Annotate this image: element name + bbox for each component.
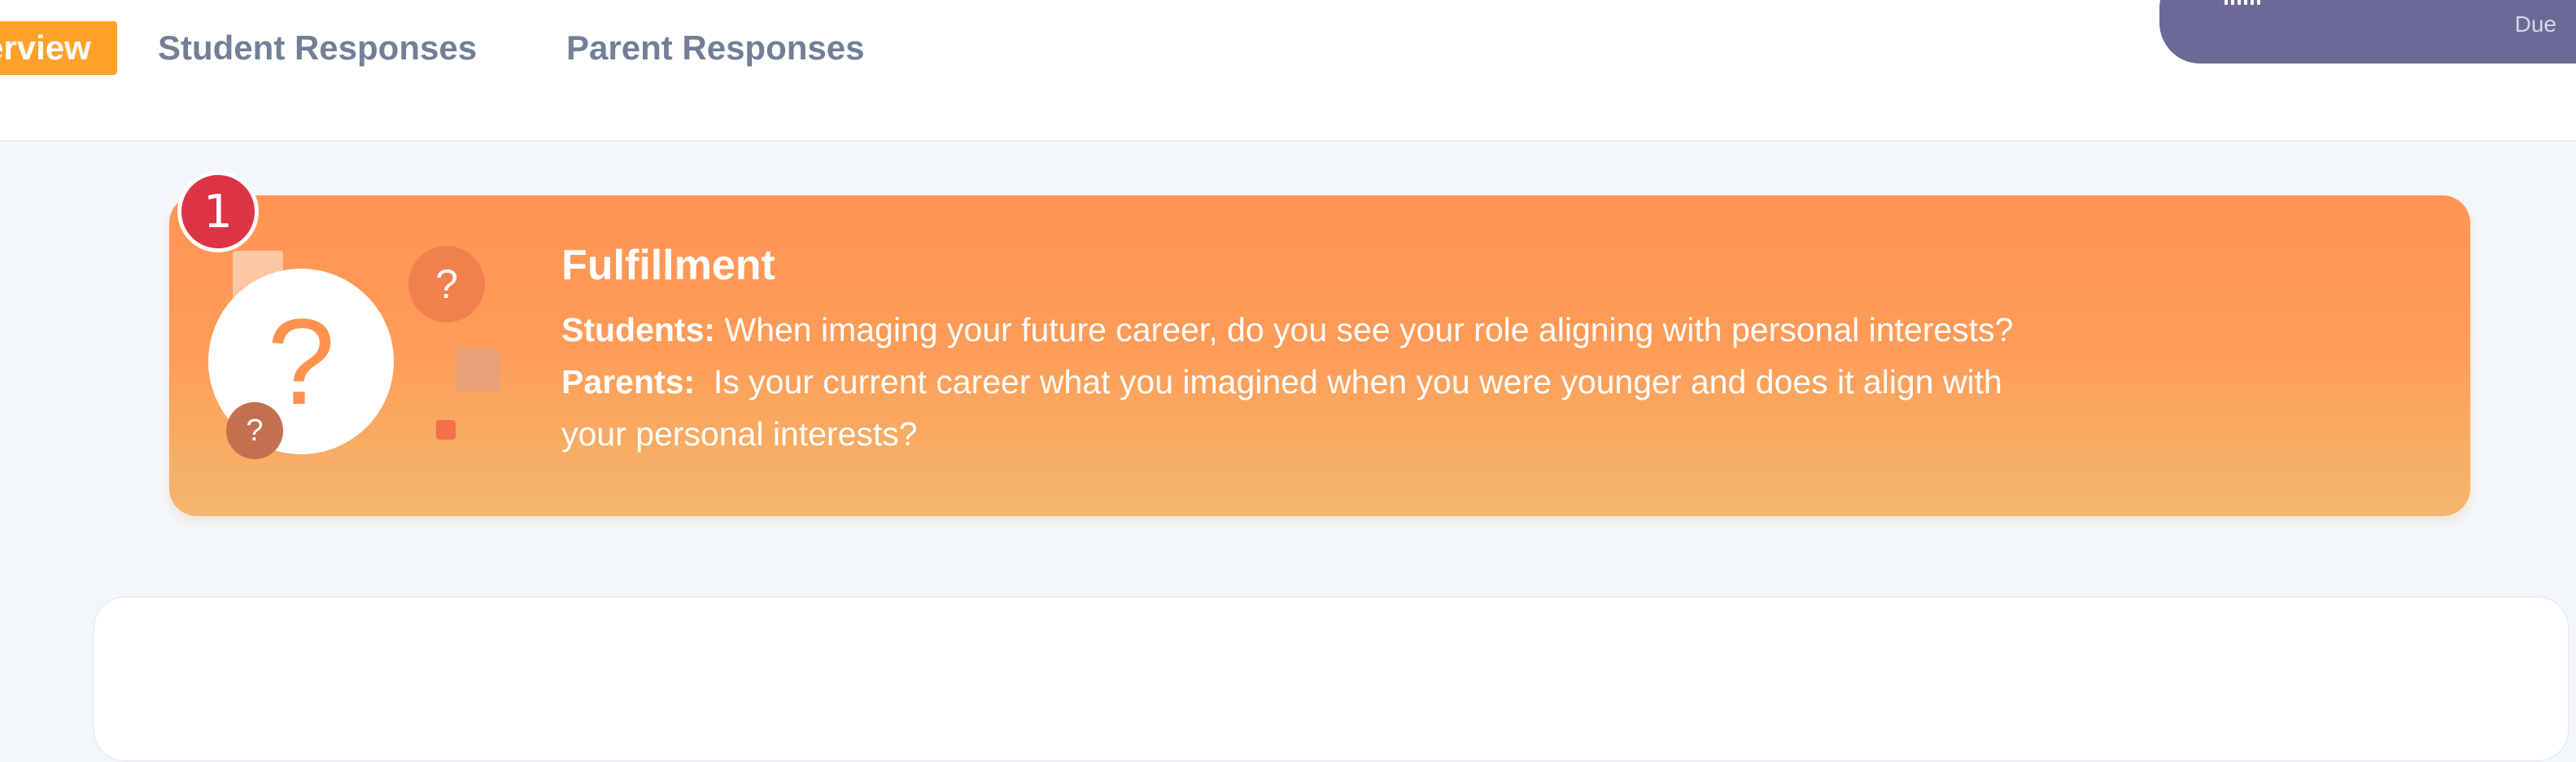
parents-label: Parents: [561,363,696,401]
due-label: Due [2514,11,2556,37]
small-question-mark-icon: ? [226,402,283,459]
tab-overview-label: Overview [0,28,91,67]
students-label: Students: [561,311,716,349]
top-bar: Overview Student Responses Parent Respon… [0,0,2576,142]
tab-student-responses[interactable]: Student Responses [158,21,477,75]
due-date-card: Due [2159,0,2576,64]
tab-parent-responses[interactable]: Parent Responses [566,21,864,75]
question-number-badge: 1 [177,171,259,252]
sound-wave-icon [2225,0,2260,5]
decor-square [436,420,456,440]
small-question-mark-icon: ? [408,246,485,322]
students-question: Students: When imaging your future caree… [561,304,2254,356]
tab-parent-responses-label: Parent Responses [566,28,865,67]
tab-overview[interactable]: Overview [0,21,117,75]
tab-student-responses-label: Student Responses [158,28,478,67]
responses-card [93,596,2569,762]
question-text-block: Fulfillment Students: When imaging your … [561,242,2254,460]
parents-question: Parents: Is your current career what you… [561,356,2254,408]
parents-question-continued: your personal interests? [561,408,2254,460]
question-title: Fulfillment [561,242,775,289]
parents-question-text-line2: your personal interests? [561,415,918,453]
students-question-text: When imaging your future career, do you … [724,311,2014,349]
parents-question-text-line1: Is your current career what you imagined… [713,363,2002,401]
decor-square [456,348,500,392]
tab-overview-clip: Overview [0,21,117,75]
